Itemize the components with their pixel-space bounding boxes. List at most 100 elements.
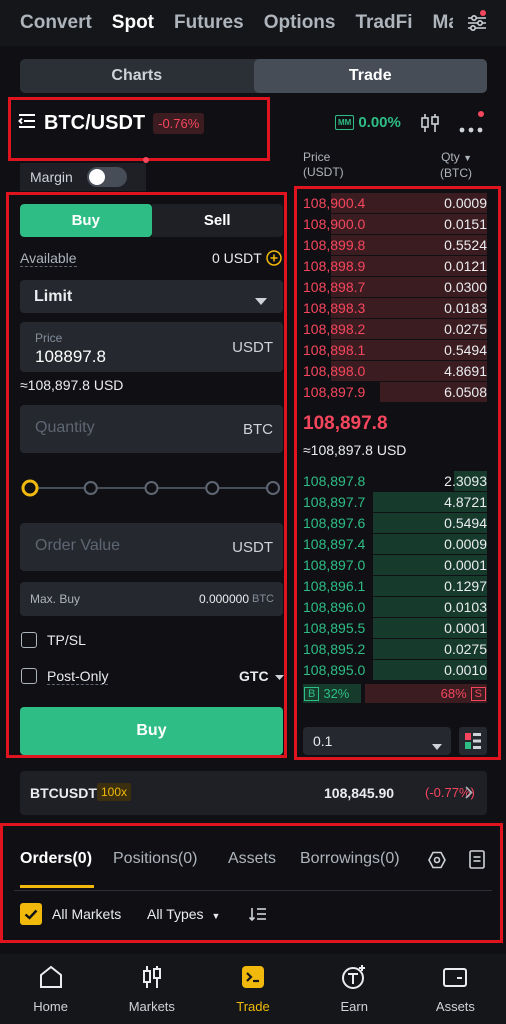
postonly-label[interactable]: Post-Only <box>47 668 109 685</box>
ask-row[interactable]: 108,899.8 0.5524 <box>303 234 487 255</box>
candlestick-chart-icon[interactable] <box>420 113 442 138</box>
margin-dot <box>143 157 149 163</box>
orderbook-layout-icon[interactable] <box>459 727 487 755</box>
ask-price: 108,897.9 <box>303 383 366 400</box>
menu-icon <box>18 113 36 134</box>
all-markets-checkbox[interactable] <box>20 903 42 925</box>
charts-tab[interactable]: Charts <box>20 59 254 93</box>
pair-change-badge: -0.76% <box>153 113 205 134</box>
tab-positions[interactable]: Positions(0) <box>113 850 197 868</box>
bid-row[interactable]: 108,897.4 0.0009 <box>303 533 487 554</box>
tab-orders[interactable]: Orders(0) <box>20 850 92 868</box>
sort-icon[interactable] <box>248 907 267 926</box>
price-field[interactable]: Price 108897.8 USDT <box>20 322 283 372</box>
bid-row[interactable]: 108,897.0 0.0001 <box>303 554 487 575</box>
nav-markets[interactable]: Markets <box>101 954 202 1024</box>
nav-trade[interactable]: Trade <box>202 954 303 1024</box>
ask-row[interactable]: 108,898.9 0.0121 <box>303 255 487 276</box>
mm-value: 0.00% <box>358 114 401 131</box>
price-header-label: Price <box>303 150 331 164</box>
nav-assets[interactable]: Assets <box>405 954 506 1024</box>
ticker-price: 108,845.90 <box>324 785 395 801</box>
tab-tradfi[interactable]: TradFi <box>355 12 412 34</box>
bid-qty: 0.0275 <box>444 640 487 657</box>
more-options-icon[interactable] <box>459 120 483 138</box>
tab-options[interactable]: Options <box>264 12 336 34</box>
order-value-field[interactable]: Order Value USDT <box>20 523 283 571</box>
futures-ticker-bar[interactable]: BTCUSDT 100x 108,845.90 (-0.77%) <box>20 771 487 815</box>
ask-row[interactable]: 108,898.0 4.8691 <box>303 360 487 381</box>
tab-convert[interactable]: Convert <box>20 12 92 34</box>
qty-header[interactable]: Qty ▼ (BTC) <box>440 150 472 181</box>
more-notification-dot <box>478 111 484 117</box>
qty-header-label: Qty <box>441 150 460 164</box>
quantity-slider[interactable] <box>20 478 283 498</box>
tab-assets[interactable]: Assets <box>228 850 276 868</box>
sell-tab[interactable]: Sell <box>151 204 283 237</box>
order-value-unit: USDT <box>232 539 273 556</box>
buy-submit-button[interactable]: Buy <box>20 707 283 755</box>
margin-toggle[interactable] <box>86 167 127 187</box>
bid-row[interactable]: 108,895.2 0.0275 <box>303 638 487 659</box>
ask-row[interactable]: 108,898.3 0.0183 <box>303 297 487 318</box>
nav-home[interactable]: Home <box>0 954 101 1024</box>
ask-qty: 0.5494 <box>444 341 487 358</box>
bid-row[interactable]: 108,897.7 4.8721 <box>303 491 487 512</box>
quantity-unit: BTC <box>243 421 273 438</box>
quantity-field[interactable]: Quantity BTC <box>20 405 283 453</box>
ask-qty: 0.0151 <box>444 215 487 232</box>
buy-ratio-value: 32% <box>323 686 350 701</box>
tab-futures[interactable]: Futures <box>174 12 244 34</box>
tick-size-select[interactable]: 0.1 <box>303 727 451 755</box>
ask-price: 108,900.4 <box>303 194 366 211</box>
bid-row[interactable]: 108,896.1 0.1297 <box>303 575 487 596</box>
bid-row[interactable]: 108,897.8 2.3093 <box>303 470 487 491</box>
notification-dot <box>480 10 486 16</box>
hexagon-settings-icon[interactable] <box>428 851 446 874</box>
sell-ratio-bar: 68% S <box>364 684 487 703</box>
bid-row[interactable]: 108,895.0 0.0010 <box>303 659 487 680</box>
bid-row[interactable]: 108,895.5 0.0001 <box>303 617 487 638</box>
trade-tab[interactable]: Trade <box>253 59 487 93</box>
buy-tab[interactable]: Buy <box>20 204 152 237</box>
bid-row[interactable]: 108,897.6 0.5494 <box>303 512 487 533</box>
bid-price: 108,897.0 <box>303 556 366 573</box>
all-types-select[interactable]: All Types ▼ <box>147 906 220 922</box>
max-buy-label: Max. Buy <box>30 592 81 606</box>
ask-row[interactable]: 108,900.0 0.0151 <box>303 213 487 234</box>
ask-row[interactable]: 108,898.2 0.0275 <box>303 318 487 339</box>
price-header: Price (USDT) <box>303 150 344 180</box>
order-history-icon[interactable] <box>469 850 485 874</box>
ask-row[interactable]: 108,898.7 0.0300 <box>303 276 487 297</box>
postonly-checkbox[interactable] <box>21 668 37 684</box>
nav-trade-label: Trade <box>236 999 270 1014</box>
bid-qty: 0.0001 <box>444 556 487 573</box>
price-input-value[interactable]: 108897.8 <box>35 347 106 367</box>
available-label[interactable]: Available <box>20 250 77 267</box>
ask-row[interactable]: 108,898.1 0.5494 <box>303 339 487 360</box>
caret-down-icon: ▼ <box>211 911 221 921</box>
tab-more[interactable]: Ma <box>433 12 453 34</box>
bid-row[interactable]: 108,896.0 0.0103 <box>303 596 487 617</box>
markets-candles-icon <box>139 964 165 993</box>
tif-select[interactable]: GTC <box>239 668 285 684</box>
ask-qty: 6.0508 <box>444 383 487 400</box>
pair-selector[interactable]: BTC/USDT -0.76% <box>18 112 205 135</box>
bid-price: 108,895.2 <box>303 640 366 657</box>
ask-row[interactable]: 108,900.4 0.0009 <box>303 192 487 213</box>
tab-spot[interactable]: Spot <box>112 12 154 34</box>
nav-earn[interactable]: Earn <box>304 954 405 1024</box>
order-type-select[interactable]: Limit <box>20 280 283 313</box>
active-tab-indicator <box>20 885 94 888</box>
mm-indicator[interactable]: MM 0.00% <box>335 114 401 131</box>
add-funds-icon[interactable] <box>266 250 282 271</box>
tpsl-checkbox[interactable] <box>21 632 37 648</box>
price-header-unit: (USDT) <box>303 165 344 179</box>
ask-row[interactable]: 108,897.9 6.0508 <box>303 381 487 402</box>
max-buy-unit: BTC <box>252 593 274 605</box>
ask-price: 108,898.7 <box>303 278 366 295</box>
slider-step-25 <box>83 481 98 495</box>
bid-qty: 0.0001 <box>444 619 487 636</box>
tab-borrowings[interactable]: Borrowings(0) <box>300 850 400 868</box>
mid-usd: ≈108,897.8 USD <box>303 442 407 458</box>
